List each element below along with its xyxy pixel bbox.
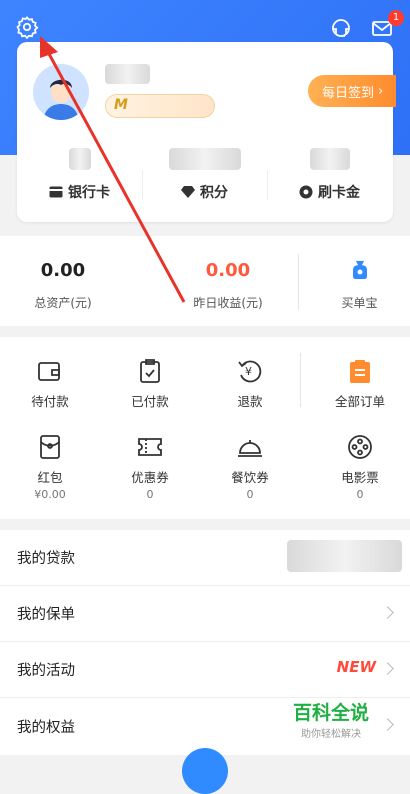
annotation-arrow (40, 36, 186, 303)
